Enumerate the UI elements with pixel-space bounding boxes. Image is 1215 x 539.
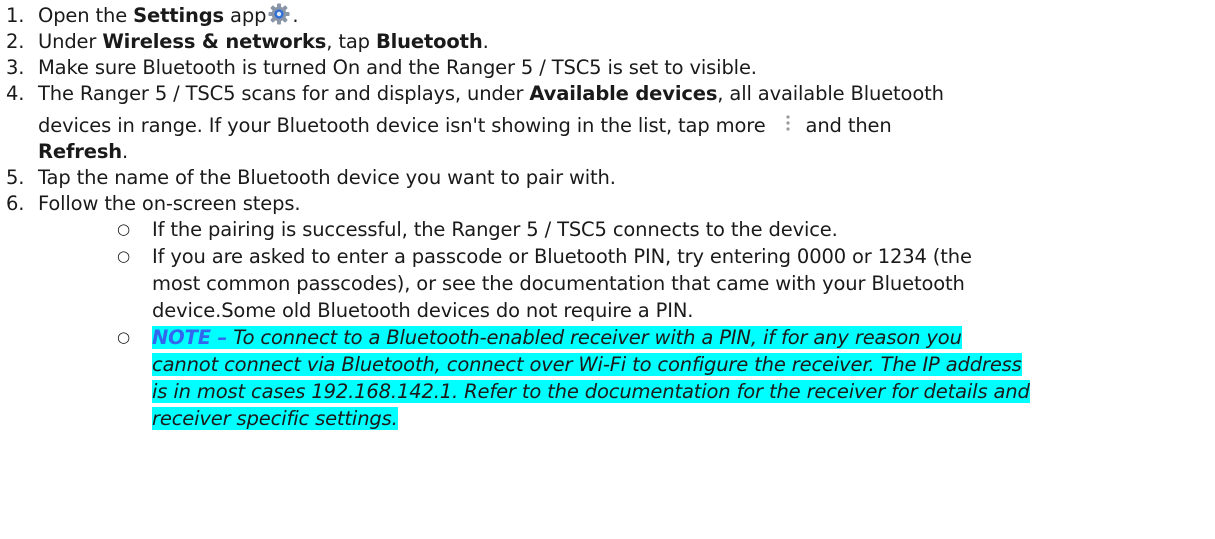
step-number: 4. [6,82,25,105]
step-number: 1. [6,4,25,27]
step-number: 5. [6,166,25,189]
bullet-marker: ○ [117,220,130,238]
step-number: 6. [6,192,25,215]
sub-item-2-line-3: device.Some old Bluetooth devices do not… [152,299,694,322]
note-line-4: receiver specific settings. [152,407,398,430]
sub-item-1: If the pairing is successful, the Ranger… [152,218,838,241]
sub-item-2-line-2: most common passcodes), or see the docum… [152,272,965,295]
note-line-1: NOTE – To connect to a Bluetooth-enabled… [152,326,962,349]
step-number: 2. [6,30,25,53]
instructions-document: 1. Open the Settings app . 2. Under Wire… [6,3,1030,430]
settings-label: Settings [133,4,224,27]
settings-gear-icon [268,3,290,25]
note-line-3: is in most cases 192.168.142.1. Refer to… [152,380,1030,403]
more-vert-icon [785,115,790,131]
refresh-label: Refresh [38,140,123,163]
bullet-marker: ○ [117,328,130,346]
step-text: Tap the name of the Bluetooth device you… [38,166,616,189]
sub-item-2-line-1: If you are asked to enter a passcode or … [152,245,972,268]
wireless-networks-label: Wireless & networks [102,30,327,53]
step-number: 3. [6,56,25,79]
bullet-marker: ○ [117,247,130,265]
note-label: NOTE – [152,326,228,349]
step-text: Make sure Bluetooth is turned On and the… [38,56,757,79]
step-text: Open the [38,4,134,27]
step-text: Follow the on-screen steps. [38,192,301,215]
note-line-2: cannot connect via Bluetooth, connect ov… [152,353,1022,376]
available-devices-label: Available devices [529,82,718,105]
bluetooth-label: Bluetooth [375,30,483,53]
